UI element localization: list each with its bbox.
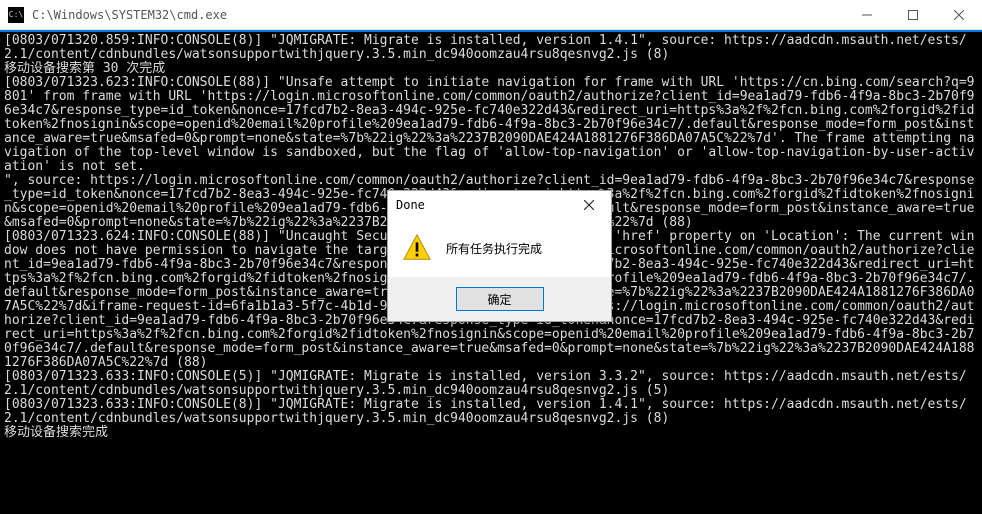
minimize-icon (862, 10, 872, 20)
window-title: C:\Windows\SYSTEM32\cmd.exe (32, 8, 844, 22)
window-titlebar: C:\ C:\Windows\SYSTEM32\cmd.exe (0, 0, 982, 30)
warning-icon (402, 233, 432, 263)
maximize-button[interactable] (890, 0, 936, 30)
dialog-close-button[interactable] (575, 195, 603, 215)
dialog-title: Done (396, 198, 575, 212)
maximize-icon (908, 10, 918, 20)
dialog-titlebar: Done (388, 191, 611, 219)
cmd-icon: C:\ (8, 7, 24, 23)
minimize-button[interactable] (844, 0, 890, 30)
close-button[interactable] (936, 0, 982, 30)
dialog-message: 所有任务执行完成 (446, 240, 542, 257)
close-icon (954, 10, 964, 20)
ok-button[interactable]: 确定 (456, 287, 544, 311)
dialog-footer: 确定 (388, 277, 611, 321)
dialog-body: 所有任务执行完成 (388, 219, 611, 277)
done-dialog: Done 所有任务执行完成 确定 (387, 190, 612, 322)
cmd-icon-glyph: C:\ (9, 10, 23, 19)
window-control-buttons (844, 0, 982, 30)
close-icon (584, 200, 594, 210)
